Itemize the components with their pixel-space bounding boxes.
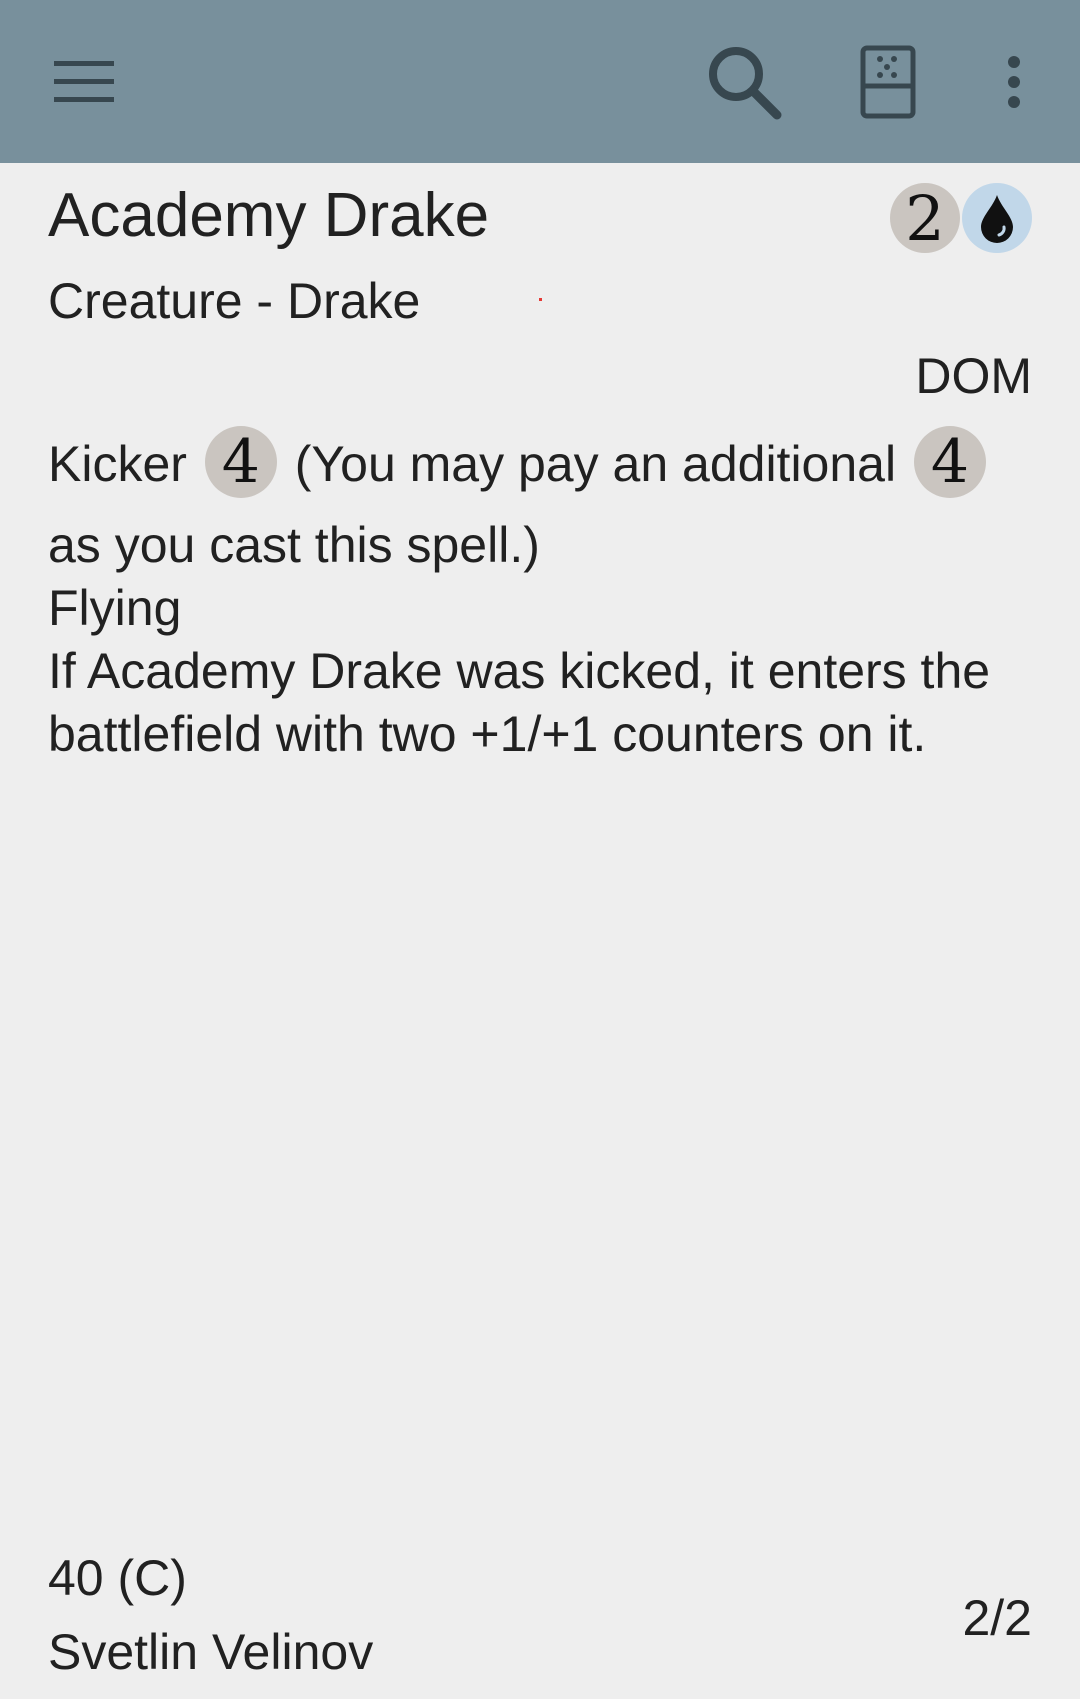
dice-icon [860, 45, 916, 119]
power-toughness: 2/2 [962, 1590, 1032, 1646]
app-toolbar [0, 0, 1080, 163]
flying-keyword: Flying [48, 580, 182, 636]
kicker-line: Kicker 4 (You may pay an additional 4 [48, 414, 1032, 514]
type-line: Creature - Drake [48, 273, 421, 329]
menu-button[interactable] [28, 26, 140, 138]
mana-symbol-generic: 4 [913, 425, 986, 498]
search-button[interactable] [688, 26, 800, 138]
oracle-text: Kicker 4 (You may pay an additional 4 as… [48, 418, 1032, 766]
overflow-menu-button[interactable] [958, 26, 1070, 138]
kicker-keyword: Kicker [48, 436, 187, 492]
set-code: DOM [915, 348, 1032, 404]
mana-symbol-generic: 4 [204, 425, 277, 498]
kicker-reminder-continuation: as you cast this spell.) [48, 517, 540, 573]
mana-cost: 2 [890, 182, 1032, 255]
red-dot-artifact [539, 298, 542, 301]
card-detail: Academy Drake 2 Creature - Drake DOM Kic… [0, 163, 1080, 1699]
hamburger-menu-icon [54, 61, 114, 103]
ability-text: If Academy Drake was kicked, it enters t… [48, 643, 991, 762]
random-card-button[interactable] [832, 26, 944, 138]
collector-number: 40 (C) [48, 1550, 187, 1606]
more-vertical-icon [1006, 56, 1022, 108]
card-name: Academy Drake [48, 181, 490, 250]
mana-symbol-generic: 2 [890, 182, 960, 255]
mana-symbol-blue-water-drop-icon [962, 183, 1032, 253]
kicker-reminder-text: (You may pay an additional [294, 436, 897, 492]
artist-name: Svetlin Velinov [48, 1624, 374, 1680]
search-icon [706, 44, 782, 120]
